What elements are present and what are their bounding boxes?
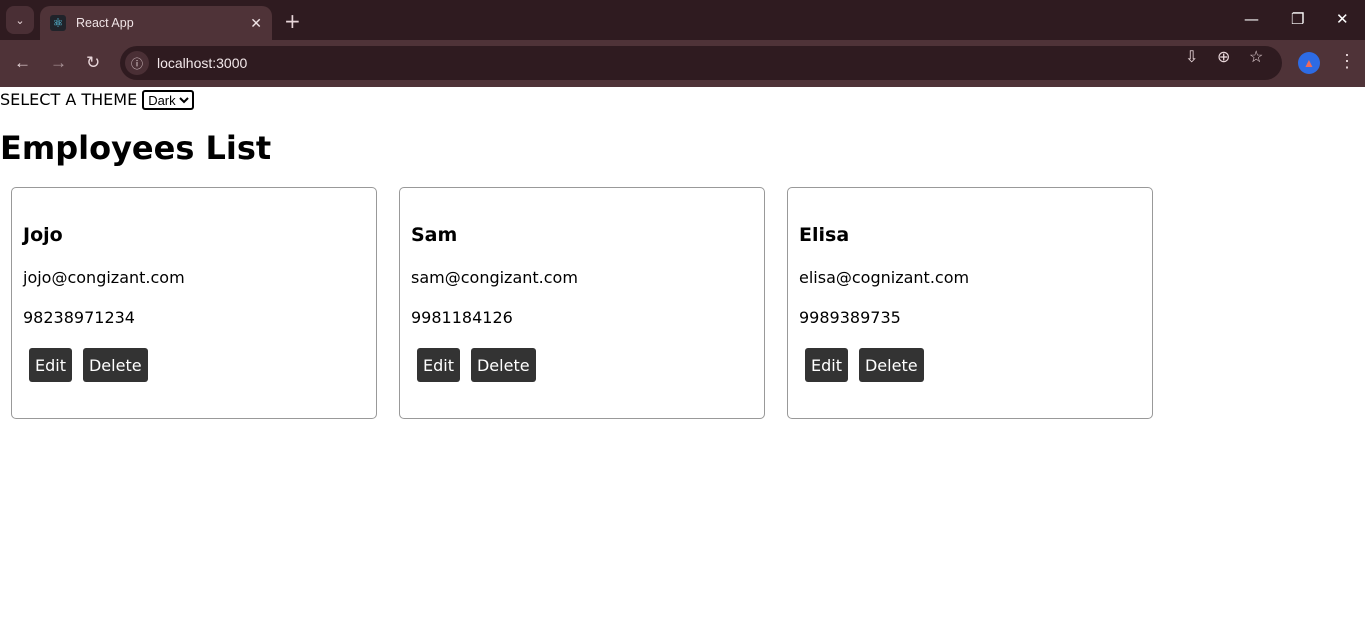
- profile-avatar[interactable]: ▲: [1298, 52, 1320, 74]
- employee-name: Jojo: [23, 224, 63, 246]
- delete-button[interactable]: Delete: [470, 348, 536, 382]
- bookmark-star-icon[interactable]: ☆: [1249, 47, 1263, 67]
- delete-button[interactable]: Delete: [858, 348, 924, 382]
- theme-selector-row: SELECT A THEME Dark: [0, 87, 1365, 113]
- browser-tab[interactable]: ⚛ React App ✕: [40, 6, 272, 40]
- employee-email: elisa@cognizant.com: [799, 268, 970, 287]
- back-icon[interactable]: ←: [14, 53, 31, 73]
- zoom-icon[interactable]: ⊕: [1217, 47, 1230, 67]
- employee-name: Sam: [411, 224, 458, 246]
- employee-cards: Jojo jojo@congizant.com 98238971234 Edit…: [0, 187, 1365, 419]
- browser-toolbar: ← → ↻ ⓘ localhost:3000 ⇩ ⊕ ☆ ▲ ⋮: [0, 40, 1365, 87]
- employee-card: Jojo jojo@congizant.com 98238971234 Edit…: [11, 187, 377, 419]
- theme-select[interactable]: Dark: [142, 90, 195, 110]
- reload-icon[interactable]: ↻: [86, 53, 100, 73]
- page-content: SELECT A THEME Dark Employees List Jojo …: [0, 87, 1365, 419]
- minimize-icon[interactable]: —: [1244, 10, 1259, 28]
- tab-search-button[interactable]: ⌄: [6, 6, 34, 34]
- restore-icon[interactable]: ❐: [1291, 10, 1304, 28]
- delete-button[interactable]: Delete: [82, 348, 148, 382]
- employee-email: jojo@congizant.com: [23, 268, 185, 287]
- menu-icon[interactable]: ⋮: [1338, 51, 1356, 72]
- employee-phone: 9981184126: [411, 308, 513, 327]
- react-icon: ⚛: [50, 15, 66, 31]
- edit-button[interactable]: Edit: [417, 348, 460, 382]
- tab-title: React App: [76, 16, 134, 30]
- employee-card: Sam sam@congizant.com 9981184126 Edit Del…: [399, 187, 765, 419]
- employee-phone: 9989389735: [799, 308, 901, 327]
- employee-phone: 98238971234: [23, 308, 135, 327]
- close-tab-icon[interactable]: ✕: [250, 15, 262, 32]
- new-tab-button[interactable]: +: [284, 9, 301, 33]
- forward-icon[interactable]: →: [50, 53, 67, 73]
- employee-card: Elisa elisa@cognizant.com 9989389735 Edi…: [787, 187, 1153, 419]
- site-info-icon[interactable]: ⓘ: [125, 51, 149, 75]
- theme-label: SELECT A THEME: [0, 90, 138, 109]
- address-bar[interactable]: ⓘ localhost:3000: [120, 46, 1282, 80]
- edit-button[interactable]: Edit: [805, 348, 848, 382]
- page-title: Employees List: [0, 129, 272, 167]
- edit-button[interactable]: Edit: [29, 348, 72, 382]
- install-app-icon[interactable]: ⇩: [1185, 47, 1198, 67]
- close-window-icon[interactable]: ✕: [1336, 10, 1349, 28]
- employee-email: sam@congizant.com: [411, 268, 578, 287]
- url-text[interactable]: localhost:3000: [157, 55, 247, 71]
- employee-name: Elisa: [799, 224, 850, 246]
- browser-tabstrip: ⌄ ⚛ React App ✕ + — ❐ ✕: [0, 0, 1365, 40]
